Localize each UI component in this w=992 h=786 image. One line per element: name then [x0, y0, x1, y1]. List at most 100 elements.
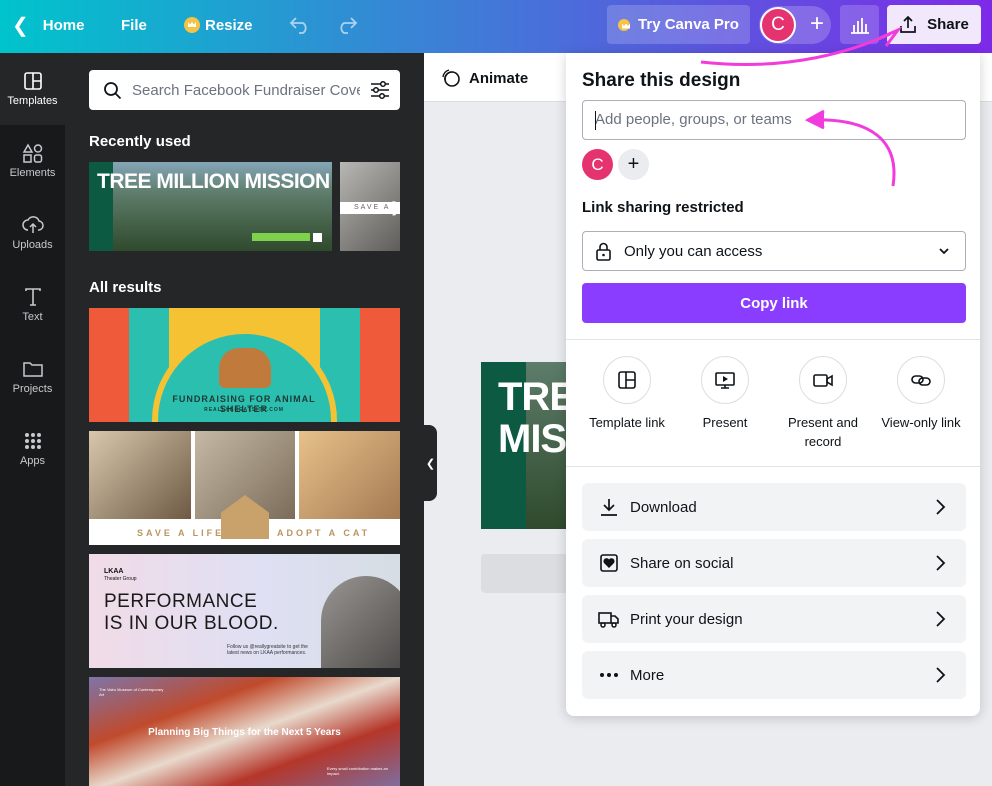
chevron-right-icon[interactable]: ❯ — [390, 199, 402, 216]
template-performance[interactable]: LKAA Theater Group PERFORMANCE IS IN OUR… — [89, 554, 400, 668]
add-person-button[interactable]: + — [618, 149, 649, 180]
page-text-2: MIS — [498, 417, 567, 461]
add-page-button[interactable] — [481, 554, 571, 593]
thumb-title: TREE MILLION MISSION — [97, 170, 330, 193]
rail-label-text: Text — [22, 311, 43, 323]
user-avatar[interactable]: C — [760, 7, 796, 43]
thumb-logo: LKAA — [104, 568, 124, 575]
redo-button[interactable] — [336, 0, 358, 50]
thumb-caption-left: SAVE A LIFE — [137, 528, 225, 538]
rail-item-projects[interactable]: Projects — [0, 341, 65, 413]
camera-icon — [813, 374, 833, 387]
access-value: Only you can access — [624, 242, 763, 260]
option-circle — [799, 356, 847, 404]
option-circle — [701, 356, 749, 404]
rail-item-apps[interactable]: Apps — [0, 413, 65, 485]
share-dialog-title: Share this design — [582, 70, 741, 91]
more-row[interactable]: More — [582, 651, 966, 699]
cat-photo — [89, 431, 191, 519]
crown-icon — [618, 18, 631, 31]
share-social-row[interactable]: Share on social — [582, 539, 966, 587]
design-page[interactable]: TRE MIS — [481, 362, 571, 529]
template-search-input[interactable]: Search Facebook Fundraiser Cove — [89, 70, 400, 110]
share-label: Share — [927, 16, 969, 33]
chevron-right-icon — [936, 555, 946, 571]
truck-icon — [598, 609, 620, 629]
option-present-record[interactable]: Present and record — [775, 356, 871, 451]
link-icon — [911, 375, 931, 386]
home-button[interactable]: ❮ Home — [12, 0, 84, 50]
share-upload-icon — [900, 15, 916, 33]
add-people-input[interactable]: Add people, groups, or teams — [582, 100, 966, 140]
heart-icon — [598, 553, 620, 573]
redo-icon — [340, 17, 358, 34]
share-button[interactable]: Share — [887, 5, 981, 44]
rail-label-elements: Elements — [9, 167, 56, 179]
template-adopt-cat[interactable]: SAVE A LIFE ADOPT A CAT — [89, 431, 400, 545]
crown-icon — [184, 17, 200, 33]
chevron-left-icon: ❮ — [12, 14, 29, 37]
thumb-headline-2: IS IN OUR BLOOD. — [104, 613, 279, 634]
template-animal-shelter[interactable]: FUNDRAISING FOR ANIMAL SHELTER REALLYGRE… — [89, 308, 400, 422]
copy-link-button[interactable]: Copy link — [582, 283, 966, 323]
animate-icon — [442, 69, 460, 87]
access-select[interactable]: Only you can access — [582, 231, 966, 271]
recently-used-heading: Recently used — [89, 133, 191, 150]
text-icon — [24, 288, 41, 306]
top-bar: ❮ Home File Resize Try Canva Pro C + Sha… — [0, 0, 992, 53]
print-design-row[interactable]: Print your design — [582, 595, 966, 643]
option-label: Template link — [589, 415, 665, 430]
option-label: View-only link — [881, 415, 961, 430]
filter-sliders-icon[interactable] — [370, 80, 390, 100]
rail-item-text[interactable]: Text — [0, 269, 65, 341]
divider — [566, 339, 980, 340]
template-planning[interactable]: The Valro Museum of Contemporary Art Pla… — [89, 677, 400, 786]
add-collaborator-icon[interactable]: + — [803, 10, 831, 38]
rail-label-templates: Templates — [7, 95, 58, 107]
thumb-caption-right: ADOPT A CAT — [277, 528, 371, 538]
option-view-only-link[interactable]: View-only link — [873, 356, 969, 432]
owner-avatar: C — [582, 149, 613, 180]
home-label: Home — [42, 16, 85, 34]
templates-panel: Search Facebook Fundraiser Cove Recently… — [65, 53, 424, 786]
collapse-panel-button[interactable]: ❮ — [424, 425, 437, 501]
option-label: Present and record — [787, 415, 859, 449]
ray — [360, 308, 400, 422]
cat-photo — [299, 431, 400, 519]
bar-chart-icon — [850, 17, 869, 34]
lock-icon — [596, 242, 611, 261]
recent-template-tree-mission[interactable]: TREE MILLION MISSION — [89, 162, 332, 251]
file-menu-button[interactable]: File — [121, 0, 147, 50]
undo-icon — [289, 17, 307, 34]
thumb-small-text: Follow us @reallygreatsite to get the la… — [227, 644, 308, 656]
chevron-down-icon — [939, 248, 949, 255]
rail-label-projects: Projects — [12, 383, 53, 395]
rail-item-uploads[interactable]: Uploads — [0, 197, 65, 269]
option-label: Present — [702, 415, 748, 430]
animate-label: Animate — [469, 69, 529, 87]
link-sharing-label: Link sharing restricted — [582, 199, 744, 216]
more-dots-icon — [598, 672, 620, 678]
search-icon — [104, 81, 122, 99]
undo-button[interactable] — [289, 0, 311, 50]
uploads-icon — [21, 216, 44, 233]
try-pro-button[interactable]: Try Canva Pro — [607, 5, 750, 44]
thumb-small-text: Every small contribution makes an impact… — [327, 766, 388, 776]
row-label: Print your design — [630, 610, 743, 628]
rail-label-uploads: Uploads — [12, 239, 53, 251]
animate-button[interactable]: Animate — [441, 68, 528, 88]
rail-item-elements[interactable]: Elements — [0, 125, 65, 197]
search-placeholder: Search Facebook Fundraiser Cove — [132, 81, 360, 99]
resize-button[interactable]: Resize — [184, 0, 253, 50]
option-template-link[interactable]: Template link — [579, 356, 675, 432]
ray — [89, 308, 129, 422]
download-row[interactable]: Download — [582, 483, 966, 531]
thumb-badge-close — [313, 233, 322, 242]
page-text-1: TRE — [498, 375, 571, 419]
chevron-right-icon — [936, 667, 946, 683]
insights-button[interactable] — [840, 5, 879, 44]
folder-icon — [22, 362, 43, 377]
option-present[interactable]: Present — [677, 356, 773, 432]
option-circle — [603, 356, 651, 404]
rail-item-templates[interactable]: Templates — [0, 53, 65, 125]
